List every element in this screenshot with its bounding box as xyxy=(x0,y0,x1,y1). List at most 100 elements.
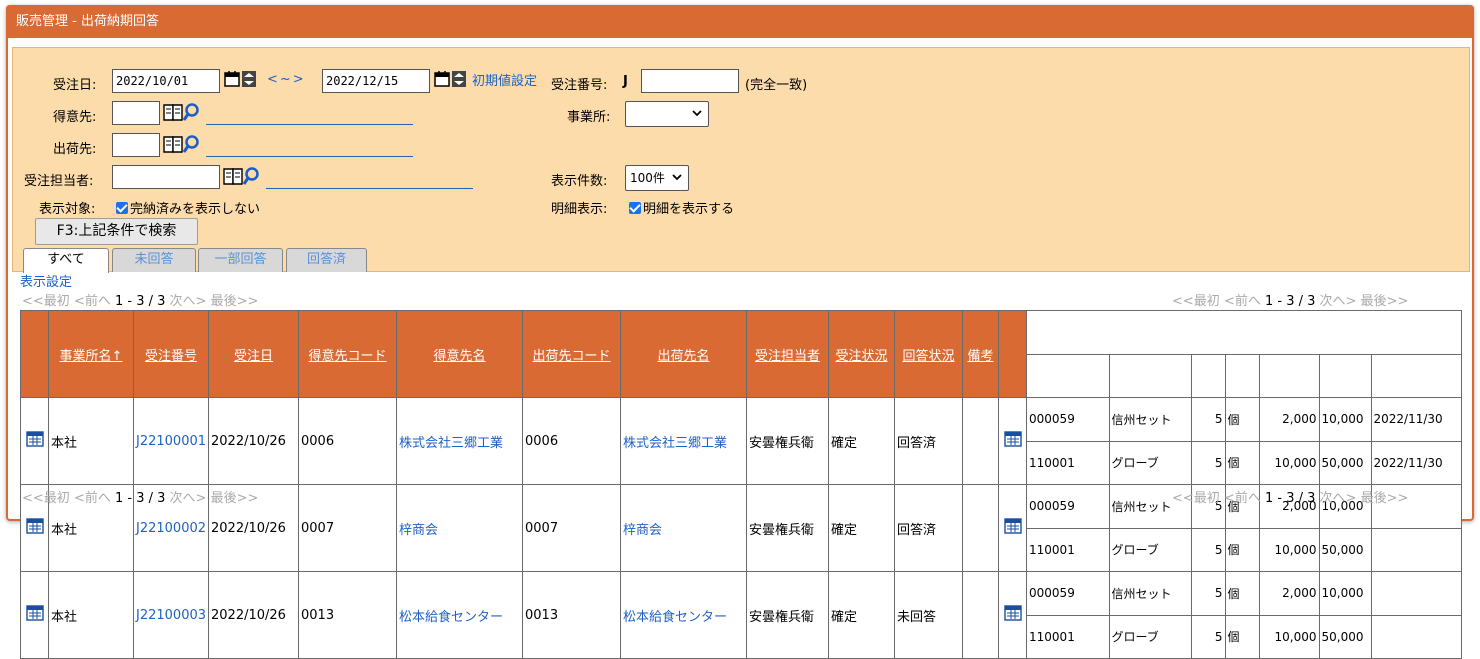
table-icon[interactable] xyxy=(25,518,44,538)
count-label: 表示件数: xyxy=(551,174,608,189)
tab-all[interactable]: すべて xyxy=(23,248,109,273)
detail-row: 110001 グローブ 5 個 10,000 50,000 2022/11/30 xyxy=(1027,440,1461,484)
header-order-date[interactable]: 受注日 xyxy=(208,310,300,398)
detail-price: 10,000 xyxy=(1258,527,1320,571)
cell-customer-name-link[interactable]: 梓商会 xyxy=(396,484,524,572)
calendar-icon[interactable] xyxy=(224,70,258,88)
cell-answer-status: 回答済 xyxy=(894,484,964,572)
pager-next[interactable]: 次へ> xyxy=(1320,294,1357,309)
cell-customer-name-link[interactable]: 松本給食センター xyxy=(396,571,524,659)
table-icon[interactable] xyxy=(1003,605,1022,625)
detail-col-qty: 数量 xyxy=(1190,353,1226,397)
cell-ship-name-link[interactable]: 松本給食センター xyxy=(620,571,748,659)
cell-customer-name-link[interactable]: 株式会社三郷工業 xyxy=(396,397,524,485)
pager-top-right: <<最初 <前へ 1 - 3 / 3 次へ> 最後>> xyxy=(1172,290,1408,309)
reset-defaults-link[interactable]: 初期値設定 xyxy=(472,70,537,89)
checkbox-checked-icon[interactable] xyxy=(116,202,128,214)
book-search-icon[interactable] xyxy=(223,166,265,186)
header-staff[interactable]: 受注担当者 xyxy=(746,310,830,398)
detail-name: グローブ xyxy=(1108,440,1192,484)
header-office[interactable]: 事業所名↑ xyxy=(48,310,134,398)
book-search-icon[interactable] xyxy=(163,102,205,122)
pager-next[interactable]: 次へ> xyxy=(170,294,207,309)
office-label: 事業所: xyxy=(567,110,611,125)
cell-ship-name-link[interactable]: 梓商会 xyxy=(620,484,748,572)
pager-prev[interactable]: <前へ xyxy=(1224,491,1261,506)
pager-first[interactable]: <<最初 xyxy=(22,294,70,309)
header-note[interactable]: 備考 xyxy=(962,310,1000,398)
pager-top-left: <<最初 <前へ 1 - 3 / 3 次へ> 最後>> xyxy=(22,290,258,309)
customer-code-input[interactable] xyxy=(112,101,160,125)
row-detail-icon[interactable] xyxy=(20,397,49,485)
order-date-from-input[interactable]: 2022/10/01 xyxy=(112,69,220,93)
detail-unit: 個 xyxy=(1224,440,1260,484)
header-customer-code[interactable]: 得意先コード xyxy=(298,310,398,398)
table-icon[interactable] xyxy=(1003,431,1022,451)
target-label: 表示対象: xyxy=(39,202,96,217)
pager-prev[interactable]: <前へ xyxy=(74,491,111,506)
ship-to-name-field xyxy=(206,156,413,157)
pager-prev[interactable]: <前へ xyxy=(1224,294,1261,309)
hide-completed-checkbox[interactable]: 完納済みを表示しない xyxy=(116,198,260,217)
checkbox-checked-icon[interactable] xyxy=(629,202,641,214)
pager-bottom-right: <<最初 <前へ 1 - 3 / 3 次へ> 最後>> xyxy=(1172,487,1408,506)
cell-staff: 安曇権兵衛 xyxy=(746,571,830,659)
office-select[interactable] xyxy=(625,101,709,127)
cell-order-status: 確定 xyxy=(828,397,896,485)
header-order-no[interactable]: 受注番号 xyxy=(132,310,210,398)
order-no-input[interactable] xyxy=(641,69,739,93)
header-customer-name[interactable]: 得意先名 xyxy=(396,310,524,398)
detail-name: グローブ xyxy=(1108,527,1192,571)
detail-code: 000059 xyxy=(1027,398,1110,442)
tab-partial[interactable]: 一部回答 xyxy=(198,248,283,272)
tab-answered[interactable]: 回答済 xyxy=(286,248,367,272)
cell-order-no-link[interactable]: J22100003 xyxy=(132,571,210,659)
pager-next[interactable]: 次へ> xyxy=(170,491,207,506)
display-settings-link[interactable]: 表示設定 xyxy=(20,271,72,290)
row-detail-edit-icon[interactable] xyxy=(998,397,1028,485)
table-icon[interactable] xyxy=(1003,518,1022,538)
staff-code-input[interactable] xyxy=(112,165,220,189)
show-detail-checkbox[interactable]: 明細を表示する xyxy=(629,198,734,217)
window-title: 販売管理 - 出荷納期回答 xyxy=(6,5,1474,38)
header-answer-status[interactable]: 回答状況 xyxy=(894,310,964,398)
pager-first[interactable]: <<最初 xyxy=(1172,491,1220,506)
pager-last[interactable]: 最後>> xyxy=(1361,294,1409,309)
detail-qty: 5 xyxy=(1190,398,1226,442)
row-detail-icon[interactable] xyxy=(20,571,49,659)
table-icon[interactable] xyxy=(25,431,44,451)
pager-last[interactable]: 最後>> xyxy=(1361,491,1409,506)
ship-to-code-input[interactable] xyxy=(112,133,160,157)
chevron-down-icon xyxy=(672,174,682,181)
detail-row: 000059 信州セット 5 個 2,000 10,000 xyxy=(1027,572,1461,616)
header-ship-code[interactable]: 出荷先コード xyxy=(522,310,622,398)
date-range-separator: <~> xyxy=(267,72,306,87)
detail-price: 2,000 xyxy=(1258,572,1320,616)
pager-first[interactable]: <<最初 xyxy=(1172,294,1220,309)
pager-range: 1 - 3 / 3 xyxy=(114,491,166,506)
pager-prev[interactable]: <前へ xyxy=(74,294,111,309)
cell-answer-status: 回答済 xyxy=(894,397,964,485)
detail-code: 110001 xyxy=(1027,527,1110,571)
header-ship-name[interactable]: 出荷先名 xyxy=(620,310,748,398)
detail-col-due: 最終納期 xyxy=(1370,353,1461,397)
pager-last[interactable]: 最後>> xyxy=(211,294,259,309)
cell-ship-name-link[interactable]: 株式会社三郷工業 xyxy=(620,397,748,485)
pager-next[interactable]: 次へ> xyxy=(1320,491,1357,506)
detail-amount: 50,000 xyxy=(1318,527,1372,571)
table-icon[interactable] xyxy=(25,605,44,625)
calendar-icon[interactable] xyxy=(434,70,468,88)
cell-office: 本社 xyxy=(48,571,134,659)
tab-unanswered[interactable]: 未回答 xyxy=(112,248,196,272)
book-search-icon[interactable] xyxy=(163,134,205,154)
header-order-status[interactable]: 受注状況 xyxy=(828,310,896,398)
pager-first[interactable]: <<最初 xyxy=(22,491,70,506)
row-detail-edit-icon[interactable] xyxy=(998,484,1028,572)
pager-last[interactable]: 最後>> xyxy=(211,491,259,506)
row-detail-edit-icon[interactable] xyxy=(998,571,1028,659)
detail-header: 受注明細 xyxy=(1027,311,1461,355)
order-date-to-input[interactable]: 2022/12/15 xyxy=(322,69,430,93)
count-select[interactable]: 100件 xyxy=(625,165,689,191)
search-button[interactable]: F3:上記条件で検索 xyxy=(35,218,198,245)
cell-order-no-link[interactable]: J22100001 xyxy=(132,397,210,485)
